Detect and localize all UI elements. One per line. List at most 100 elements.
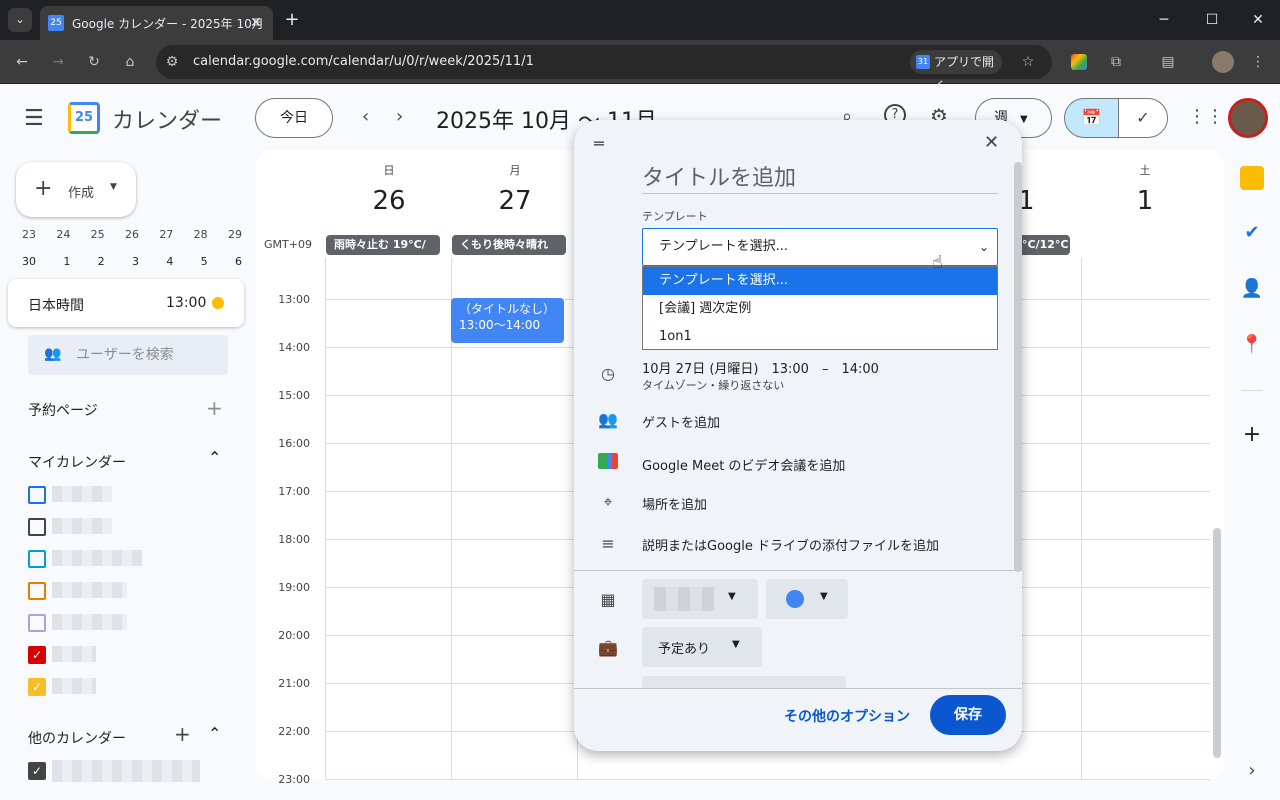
calendar-checkbox[interactable] [28,582,46,600]
more-options-button[interactable]: その他のオプション [784,706,910,726]
template-select[interactable]: テンプレートを選択... ⌄ [642,228,998,266]
site-info-icon[interactable]: ⚙ [160,50,184,74]
mini-cal-day[interactable]: 29 [228,228,242,241]
timezone-offset: GMT+09 [264,238,312,251]
extensions-puzzle-icon[interactable]: ⧉ [1104,50,1128,74]
calendar-checkbox-checked[interactable]: ✓ [28,762,46,780]
availability-select[interactable]: 予定あり ▼ [642,627,762,667]
tasks-icon[interactable]: ✔ [1230,222,1274,246]
grid-scrollbar[interactable] [1213,528,1221,758]
add-booking-icon[interactable]: + [206,396,223,420]
calendar-select[interactable]: ▼ [642,579,758,619]
weather-chip[interactable]: 雨時々止む 19°C/ [326,235,440,255]
mini-cal-day[interactable]: 25 [91,228,105,241]
mini-cal-day[interactable]: 27 [159,228,173,241]
new-tab-icon[interactable]: + [280,8,304,32]
tasks-view-toggle[interactable]: ✓ [1118,98,1168,138]
day-number[interactable]: 26 [326,186,452,216]
mini-cal-day[interactable]: 4 [166,255,173,268]
side-panel-icon[interactable]: ▤ [1156,50,1180,74]
event-block[interactable]: （タイトルなし） 13:00～14:00 [451,298,564,343]
mini-cal-day[interactable]: 23 [22,228,36,241]
day-name: 日 [383,164,395,177]
extension-icon[interactable] [1071,54,1087,70]
calendar-checkbox[interactable] [28,550,46,568]
close-icon[interactable]: ✕ [984,132,999,153]
reload-icon[interactable]: ↻ [82,50,106,74]
calendar-checkbox-checked[interactable]: ✓ [28,646,46,664]
weather-chip[interactable]: くもり後時々晴れ [452,235,566,255]
other-calendars-heading[interactable]: 他のカレンダー [28,728,126,748]
calendar-checkbox[interactable] [28,486,46,504]
mini-cal-day[interactable]: 6 [235,255,242,268]
apps-grid-icon[interactable]: ⋮⋮ [1188,106,1224,127]
close-window-icon[interactable]: ✕ [1246,8,1270,32]
contacts-icon[interactable]: 👤 [1230,278,1274,302]
mini-cal-day[interactable]: 30 [22,255,36,268]
my-calendars-heading[interactable]: マイカレンダー [28,452,126,472]
event-title: （タイトルなし） [459,302,556,316]
collapse-chevron-icon[interactable]: ⌃ [208,724,221,743]
title-input[interactable]: タイトルを追加 [642,160,998,194]
today-button[interactable]: 今日 [255,98,333,138]
weather-chip[interactable]: °C/12°C [1018,235,1070,255]
profile-avatar[interactable] [1212,51,1234,73]
back-icon[interactable]: ← [10,50,34,74]
tab-title: Google カレンダー - 2025年 10月 [72,17,264,31]
add-meet-button[interactable]: Google Meet のビデオ会議を追加 [642,455,845,474]
expand-panel-icon[interactable]: › [1230,760,1274,784]
bookmark-star-icon[interactable]: ☆ [1016,50,1040,74]
next-week-icon[interactable]: › [396,106,403,127]
calendar-checkbox[interactable] [28,518,46,536]
create-button[interactable]: + 作成 ▼ [16,162,136,217]
menu-kebab-icon[interactable]: ⋮ [1246,50,1270,74]
template-option[interactable]: テンプレートを選択... [643,267,997,295]
color-select[interactable]: ▼ [766,579,848,619]
hour-label: 22:00 [278,725,310,738]
mini-cal-day[interactable]: 24 [56,228,70,241]
add-addon-icon[interactable]: + [1230,422,1274,447]
maximize-icon[interactable]: ☐ [1200,8,1224,32]
clock-icon: ◷ [601,364,615,383]
save-button[interactable]: 保存 [930,695,1006,735]
add-location-button[interactable]: 場所を追加 [642,494,707,513]
template-option[interactable]: 1on1 [643,323,997,351]
timezone-time: 13:00 [166,295,207,311]
forward-icon[interactable]: → [46,50,70,74]
collapse-chevron-icon[interactable]: ⌃ [208,448,221,467]
mini-cal-day[interactable]: 28 [194,228,208,241]
mini-cal-day[interactable]: 3 [132,255,139,268]
prev-week-icon[interactable]: ‹ [362,106,369,127]
browser-tab[interactable]: 25 Google カレンダー - 2025年 10月 ✕ [40,6,273,40]
dialog-scrollbar[interactable] [1014,162,1022,572]
main-menu-icon[interactable]: ☰ [24,106,44,131]
day-number[interactable]: 1 [1082,186,1208,216]
template-dropdown: テンプレートを選択... [会議] 週次定例 1on1 [642,266,998,350]
mini-cal-day[interactable]: 26 [125,228,139,241]
maps-icon[interactable]: 📍 [1230,334,1274,358]
home-icon[interactable]: ⌂ [118,50,142,74]
account-avatar[interactable] [1228,98,1268,138]
add-guests-button[interactable]: ゲストを追加 [642,412,720,431]
template-option[interactable]: [会議] 週次定例 [643,295,997,323]
day-number[interactable]: 27 [452,186,578,216]
keep-icon[interactable] [1240,166,1264,190]
add-description-button[interactable]: 説明またはGoogle ドライブの添付ファイルを追加 [642,535,939,554]
booking-pages-heading[interactable]: 予約ページ [28,400,98,420]
hour-gridline [325,779,1210,780]
close-tab-icon[interactable]: ✕ [244,11,268,35]
timezone-repeat-link[interactable]: タイムゾーン・繰り返さない [642,377,784,393]
mini-cal-day[interactable]: 1 [63,255,70,268]
calendar-view-toggle[interactable]: 📅 [1064,98,1119,138]
calendar-checkbox[interactable] [28,614,46,632]
mini-cal-day[interactable]: 5 [201,255,208,268]
calendar-checkbox-checked[interactable]: ✓ [28,678,46,696]
redacted-calendar-name [52,582,127,598]
drag-handle-icon[interactable]: ═ [594,134,604,153]
visibility-select[interactable] [642,676,846,688]
add-other-calendar-icon[interactable]: + [174,722,191,746]
event-datetime[interactable]: 10月 27日 (月曜日) 13:00 – 14:00 [642,358,879,377]
tab-search-button[interactable]: ⌄ [8,8,32,32]
mini-cal-day[interactable]: 2 [98,255,105,268]
minimize-icon[interactable]: ─ [1152,8,1176,32]
